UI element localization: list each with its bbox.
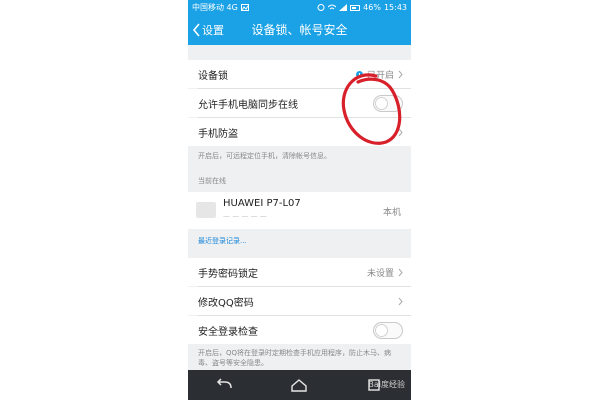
chevron-left-icon — [192, 23, 200, 37]
chevron-right-icon — [398, 297, 403, 305]
device-tag: 本机 — [382, 208, 401, 218]
phone-screen: 中国移动 4G 46% 15:43 设置 设备锁、帐号安全 设备锁 已开启 允许… — [188, 0, 411, 400]
device-lock-label: 设备锁 — [198, 70, 228, 82]
change-password-label: 修改QQ密码 — [198, 297, 254, 309]
alarm-icon — [317, 4, 325, 11]
chevron-right-icon — [398, 70, 403, 78]
current-online-header: 当前在线 — [198, 177, 226, 185]
anti-theft-note: 开启后，可远程定位手机，清除帐号信息。 — [198, 152, 331, 160]
status-bar: 中国移动 4G 46% 15:43 — [188, 0, 411, 15]
recent-login-link[interactable]: 最近登录记录... — [198, 236, 247, 246]
sync-online-toggle[interactable] — [373, 94, 403, 112]
security-check-toggle[interactable] — [373, 321, 403, 339]
sync-online-label: 允许手机电脑同步在线 — [198, 99, 298, 111]
battery-percent: 46% — [363, 3, 381, 12]
carrier-label: 中国移动 4G — [192, 3, 238, 12]
nav-bar: 设置 设备锁、帐号安全 — [188, 15, 411, 45]
battery-icon — [350, 4, 361, 11]
change-password-row[interactable]: 修改QQ密码 — [188, 287, 411, 315]
chevron-right-icon — [398, 128, 403, 136]
security-check-note: 开启后，QQ将在登录时定期检查手机应用程序，防止木马、病毒、盗号等安全隐患。 — [198, 349, 392, 367]
device-avatar — [196, 202, 216, 218]
security-check-row: 安全登录检查 — [188, 316, 411, 344]
gesture-lock-row[interactable]: 手势密码锁定 未设置 — [188, 258, 411, 286]
anti-theft-label: 手机防盗 — [198, 128, 238, 140]
settings-list: 设备锁 已开启 允许手机电脑同步在线 手机防盗 开启后，可远程定位手机，清除帐号… — [188, 45, 411, 370]
gesture-lock-status: 未设置 — [366, 268, 394, 279]
device-lock-row[interactable]: 设备锁 已开启 — [188, 60, 411, 88]
home-icon[interactable] — [289, 378, 309, 392]
wifi-icon — [328, 4, 337, 10]
info-icon — [355, 70, 363, 78]
anti-theft-row[interactable]: 手机防盗 — [188, 118, 411, 146]
android-nav-bar: Bai度经验 — [188, 370, 411, 400]
back-label: 设置 — [202, 24, 224, 37]
gesture-lock-label: 手势密码锁定 — [198, 268, 258, 280]
security-check-label: 安全登录检查 — [198, 326, 258, 338]
online-device-row: HUAWEI P7-L07 — — — — — 本机 — [188, 192, 411, 229]
device-name: HUAWEI P7-L07 — [223, 198, 301, 209]
back-button[interactable]: 设置 — [192, 15, 224, 45]
image-notification-icon — [240, 4, 249, 11]
sync-online-row: 允许手机电脑同步在线 — [188, 89, 411, 117]
chevron-right-icon — [398, 268, 403, 276]
device-lock-status: 已开启 — [366, 70, 394, 81]
signal-icon — [339, 4, 348, 11]
clock: 15:43 — [383, 3, 407, 12]
watermark: Bai度经验 — [368, 380, 405, 389]
device-detail-blurred: — — — — — — [223, 212, 267, 220]
back-icon[interactable] — [215, 378, 235, 392]
